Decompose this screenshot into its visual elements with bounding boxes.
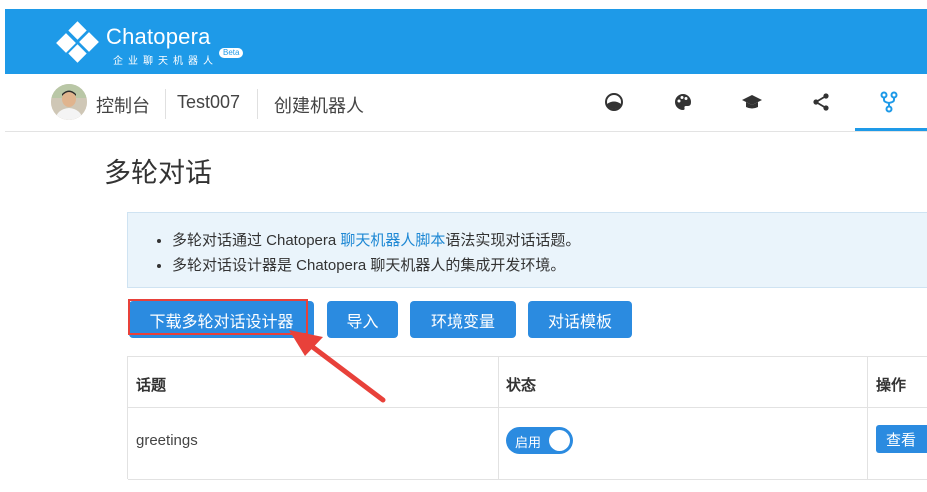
brand-header: Chatopera 企业聊天机器人 Beta (5, 9, 927, 74)
table-divider (498, 357, 499, 480)
console-nav: 控制台 Test007 创建机器人 (5, 74, 927, 132)
info-list: 多轮对话通过 Chatopera 聊天机器人脚本语法实现对话话题。 多轮对话设计… (128, 228, 580, 278)
column-header-status: 状态 (506, 377, 537, 394)
toggle-knob (549, 430, 570, 451)
user-avatar[interactable] (51, 84, 87, 120)
topics-table: 话题 状态 操作 greetings 启用 查看 (127, 356, 927, 480)
nav-create-bot-link[interactable]: 创建机器人 (274, 92, 364, 118)
info-item: 多轮对话通过 Chatopera 聊天机器人脚本语法实现对话话题。 (172, 228, 580, 253)
brand-name: Chatopera (106, 24, 211, 49)
info-text: 语法实现对话话题。 (445, 232, 581, 249)
flow-branch-icon[interactable] (878, 91, 900, 113)
dashboard-icon[interactable] (603, 91, 625, 113)
info-panel: 多轮对话通过 Chatopera 聊天机器人脚本语法实现对话话题。 多轮对话设计… (127, 212, 927, 288)
brand-subtitle: 企业聊天机器人 (113, 56, 218, 67)
table-divider (128, 479, 927, 480)
nav-divider (257, 89, 258, 119)
status-toggle[interactable]: 启用 (506, 427, 573, 454)
nav-divider (165, 89, 166, 119)
view-topic-button[interactable]: 查看 (876, 425, 927, 453)
share-icon[interactable] (810, 91, 832, 113)
avatar-image (51, 84, 87, 120)
nav-bot-name[interactable]: Test007 (177, 92, 240, 113)
beta-badge: Beta (219, 48, 244, 58)
active-tab-indicator (855, 128, 927, 131)
nav-console-link[interactable]: 控制台 (96, 92, 150, 118)
download-designer-button[interactable]: 下载多轮对话设计器 (129, 301, 314, 338)
toggle-label: 启用 (515, 435, 542, 450)
table-divider (867, 357, 868, 480)
palette-icon[interactable] (672, 91, 694, 113)
import-button[interactable]: 导入 (327, 301, 398, 338)
info-item: 多轮对话设计器是 Chatopera 聊天机器人的集成开发环境。 (172, 253, 580, 278)
bot-script-docs-link[interactable]: 聊天机器人脚本 (340, 232, 445, 249)
column-header-actions: 操作 (876, 377, 907, 394)
topic-name[interactable]: greetings (136, 432, 198, 449)
dialog-templates-button[interactable]: 对话模板 (528, 301, 632, 338)
table-divider (128, 407, 927, 408)
info-text: 多轮对话通过 Chatopera (172, 232, 341, 249)
page-title: 多轮对话 (104, 158, 212, 188)
chatopera-logo-icon (56, 21, 99, 63)
env-vars-button[interactable]: 环境变量 (410, 301, 516, 338)
column-header-topic: 话题 (136, 377, 167, 394)
graduation-cap-icon[interactable] (741, 91, 763, 113)
